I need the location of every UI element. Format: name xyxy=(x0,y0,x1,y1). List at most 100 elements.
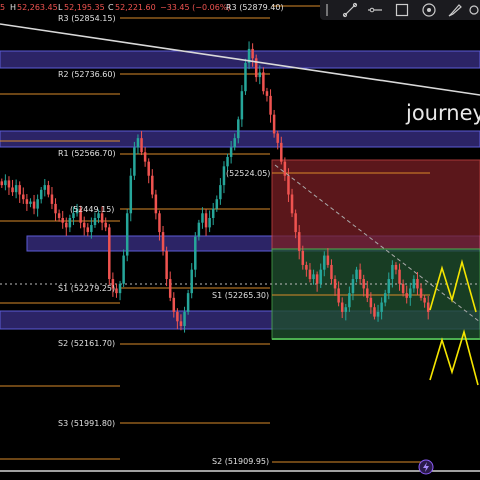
candle-body xyxy=(376,311,380,317)
candle-body xyxy=(25,199,29,204)
candle-body xyxy=(251,48,254,59)
candle-body xyxy=(100,213,104,223)
candle-body xyxy=(308,269,312,280)
ohlc-high-label: H xyxy=(10,3,16,12)
candle-body xyxy=(108,227,111,280)
candle-body xyxy=(204,213,208,228)
candle-body xyxy=(348,293,351,308)
level-label-r3: R3 (52854.15) xyxy=(58,14,116,23)
ohlc-header: 5 H 52,263.45 L 52,195.35 C 52,221.60 −3… xyxy=(0,3,284,12)
candle-body xyxy=(36,199,39,209)
candle-body xyxy=(330,264,333,280)
candle-body xyxy=(140,138,143,153)
level-label-r2: R2 (52736.60) xyxy=(58,70,116,79)
candle-body xyxy=(4,180,7,186)
level-label-s1-right: S1 (52265.30) xyxy=(212,291,269,300)
candle-body xyxy=(154,194,158,214)
candle-body xyxy=(104,222,107,228)
candle-body xyxy=(43,185,47,190)
horizontal-line-icon[interactable] xyxy=(367,2,383,18)
candle-body xyxy=(358,269,362,280)
candle-body xyxy=(29,201,32,204)
lightning-badge[interactable] xyxy=(418,459,434,475)
candle-body xyxy=(423,297,426,303)
candle-body xyxy=(125,213,129,256)
candle-body xyxy=(186,293,190,312)
candle-body xyxy=(194,236,197,270)
candle-body xyxy=(11,187,14,193)
settings-icon[interactable] xyxy=(466,2,480,18)
candle-body xyxy=(305,264,308,270)
candle-body xyxy=(22,194,25,200)
candle-body xyxy=(391,264,394,280)
candle-body xyxy=(276,133,279,143)
candle-body xyxy=(168,279,172,298)
candle-body xyxy=(183,311,186,327)
candle-body xyxy=(32,201,36,209)
cursor-icon[interactable] xyxy=(324,2,340,18)
level-label-s2-right: S2 (51909.95) xyxy=(212,457,269,466)
candle-body xyxy=(90,225,93,233)
candle-body xyxy=(355,269,358,280)
price-chart[interactable]: R3 (52854.15) R2 (52736.60) R1 (52566.70… xyxy=(0,0,480,480)
candle-body xyxy=(172,297,176,312)
candle-body xyxy=(129,175,133,214)
candle-body xyxy=(219,185,222,200)
candle-body xyxy=(265,91,269,96)
ohlc-high-value: 52,263.45 xyxy=(17,3,58,12)
candle-body xyxy=(176,311,179,322)
candle-body xyxy=(258,72,262,78)
candle-body xyxy=(315,274,319,284)
candle-body xyxy=(201,213,204,223)
candle-body xyxy=(280,142,283,162)
target-icon[interactable] xyxy=(421,2,437,18)
candle-body xyxy=(237,119,240,139)
candle-body xyxy=(380,302,383,312)
level-label-s2-left: S2 (52161.70) xyxy=(58,339,115,348)
ohlc-fragment: 5 xyxy=(0,3,5,12)
candle-body xyxy=(419,288,423,298)
candle-body xyxy=(115,288,118,294)
candle-body xyxy=(262,72,265,92)
candle-body xyxy=(269,95,272,115)
candle-body xyxy=(222,166,226,186)
drawing-toolbar xyxy=(320,0,480,20)
rectangle-icon[interactable] xyxy=(394,2,410,18)
candle-body xyxy=(151,175,154,195)
candle-body xyxy=(283,161,287,176)
candle-body xyxy=(344,307,348,312)
candle-body xyxy=(323,255,326,270)
level-label-mid: (52524.05) xyxy=(226,169,270,178)
level-label-pp: (52449.15) xyxy=(70,205,114,214)
candle-body xyxy=(387,279,391,294)
candle-body xyxy=(190,269,193,294)
candle-body xyxy=(362,279,365,289)
trendline-icon[interactable] xyxy=(342,2,358,18)
candle-body xyxy=(0,181,4,186)
ohlc-low-value: 52,195.35 xyxy=(64,3,105,12)
candle-body xyxy=(340,302,344,312)
candle-body xyxy=(161,232,165,251)
candle-body xyxy=(351,279,355,294)
candle-body xyxy=(398,269,401,284)
candle-body xyxy=(326,255,330,265)
candle-body xyxy=(122,255,125,284)
candle-body xyxy=(143,152,147,162)
candle-body xyxy=(14,185,18,193)
candle-body xyxy=(290,194,294,214)
candle-body xyxy=(401,283,405,294)
ohlc-close-value: 52,221.60 xyxy=(115,3,156,12)
candle-body xyxy=(333,279,337,289)
candle-body xyxy=(158,213,161,233)
candle-body xyxy=(287,175,290,195)
candle-body xyxy=(72,213,75,218)
candle-body xyxy=(240,91,244,120)
candle-body xyxy=(61,217,64,223)
candle-body xyxy=(133,147,136,176)
brush-icon[interactable] xyxy=(447,2,463,18)
candle-body xyxy=(179,321,183,327)
candle-body xyxy=(244,63,247,92)
candle-body xyxy=(82,222,86,228)
candle-body xyxy=(412,279,416,289)
candle-body xyxy=(373,307,376,317)
